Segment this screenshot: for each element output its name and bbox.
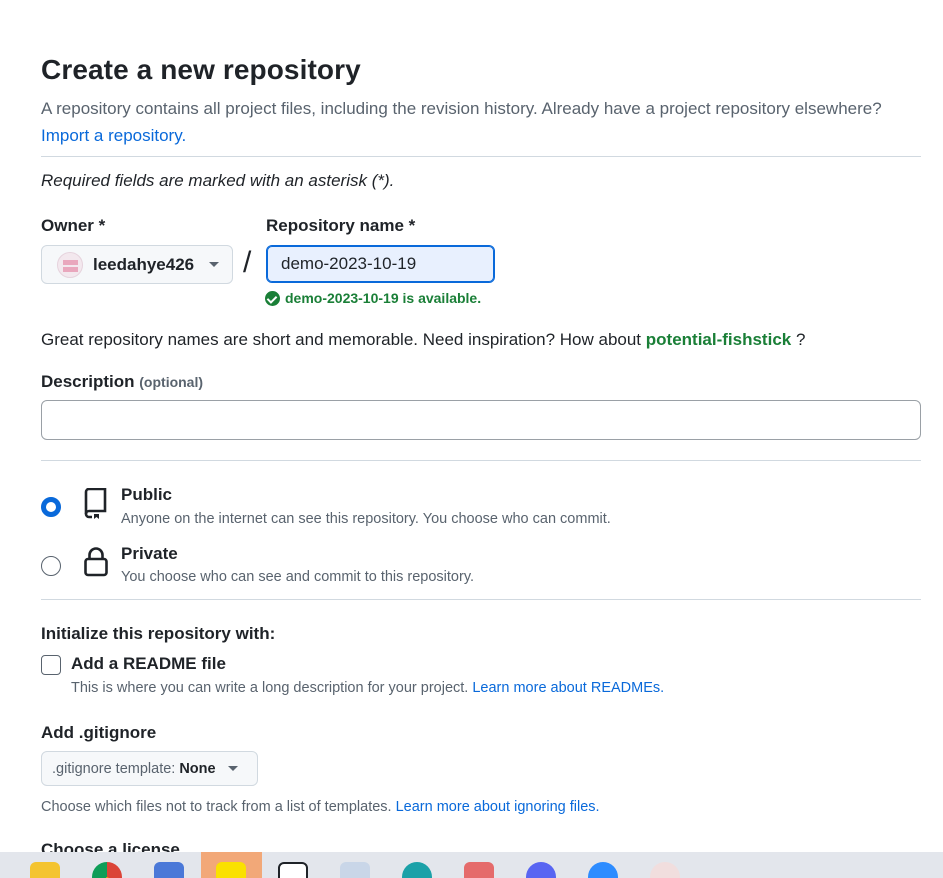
owner-repo-separator: / <box>243 246 252 279</box>
gitignore-description: Choose which files not to track from a l… <box>41 799 600 815</box>
windows-taskbar <box>0 852 943 878</box>
intro-text: A repository contains all project files,… <box>41 95 941 149</box>
edge-icon[interactable] <box>402 862 432 878</box>
owner-label: Owner * <box>41 216 106 235</box>
name-inspiration: Great repository names are short and mem… <box>41 330 805 350</box>
file-explorer-icon[interactable] <box>30 862 60 878</box>
readme-description-text: This is where you can write a long descr… <box>71 680 469 696</box>
owner-name: leedahye426 <box>93 254 195 274</box>
public-title: Public <box>121 485 173 504</box>
divider <box>41 156 921 157</box>
description-label: Description (optional) <box>41 372 203 392</box>
chevron-down-icon <box>209 262 220 267</box>
gitignore-template-select[interactable]: .gitignore template: None <box>41 751 258 786</box>
required-fields-note: Required fields are marked with an aster… <box>41 171 395 190</box>
gitignore-label: Add .gitignore <box>41 723 157 742</box>
repository-name-label: Repository name * <box>266 216 416 235</box>
inspiration-text: Great repository names are short and mem… <box>41 330 642 349</box>
learn-more-ignoring-files-link[interactable]: Learn more about ignoring files. <box>396 799 600 815</box>
import-repository-link[interactable]: Import a repository. <box>41 126 186 145</box>
private-radio[interactable] <box>41 556 61 576</box>
learn-more-readmes-link[interactable]: Learn more about READMEs. <box>472 680 664 696</box>
file-icon[interactable] <box>340 862 370 878</box>
inspiration-end: ? <box>795 330 806 349</box>
check-circle-icon <box>265 290 280 306</box>
initialize-label: Initialize this repository with: <box>41 624 276 643</box>
gitignore-template-value: None <box>179 760 216 777</box>
add-readme-checkbox[interactable] <box>41 655 61 675</box>
description-label-text: Description <box>41 372 135 391</box>
divider <box>41 599 921 600</box>
public-radio[interactable] <box>41 497 61 517</box>
avatar <box>57 251 83 278</box>
repository-name-input[interactable] <box>266 245 495 283</box>
page-title: Create a new repository <box>41 54 361 85</box>
private-title: Private <box>121 544 178 563</box>
zoom-icon[interactable] <box>588 862 618 878</box>
private-description: You choose who can see and commit to thi… <box>121 569 475 585</box>
copilot-icon[interactable] <box>154 862 184 878</box>
notion-icon[interactable] <box>278 862 308 878</box>
public-description: Anyone on the internet can see this repo… <box>121 511 611 527</box>
availability-message: demo-2023-10-19 is available. <box>265 290 481 306</box>
suggested-name-link[interactable]: potential-fishstick <box>646 330 791 349</box>
kakaotalk-icon[interactable] <box>216 862 246 878</box>
discord-icon[interactable] <box>526 862 556 878</box>
divider <box>41 460 921 461</box>
app-icon[interactable] <box>650 862 680 878</box>
repo-icon <box>84 488 107 519</box>
description-input[interactable] <box>41 400 921 440</box>
lock-icon <box>84 547 108 577</box>
add-readme-title: Add a README file <box>71 654 226 673</box>
gitignore-template-prefix: .gitignore template: <box>52 760 176 777</box>
gitignore-description-text: Choose which files not to track from a l… <box>41 799 392 815</box>
chevron-down-icon <box>227 766 238 771</box>
readme-description: This is where you can write a long descr… <box>71 680 664 696</box>
chrome-icon[interactable] <box>92 862 122 878</box>
owner-select-button[interactable]: leedahye426 <box>41 245 233 284</box>
intro-description: A repository contains all project files,… <box>41 99 882 118</box>
availability-text: demo-2023-10-19 is available. <box>285 290 482 306</box>
app-icon[interactable] <box>464 862 494 878</box>
optional-hint: (optional) <box>139 374 204 390</box>
